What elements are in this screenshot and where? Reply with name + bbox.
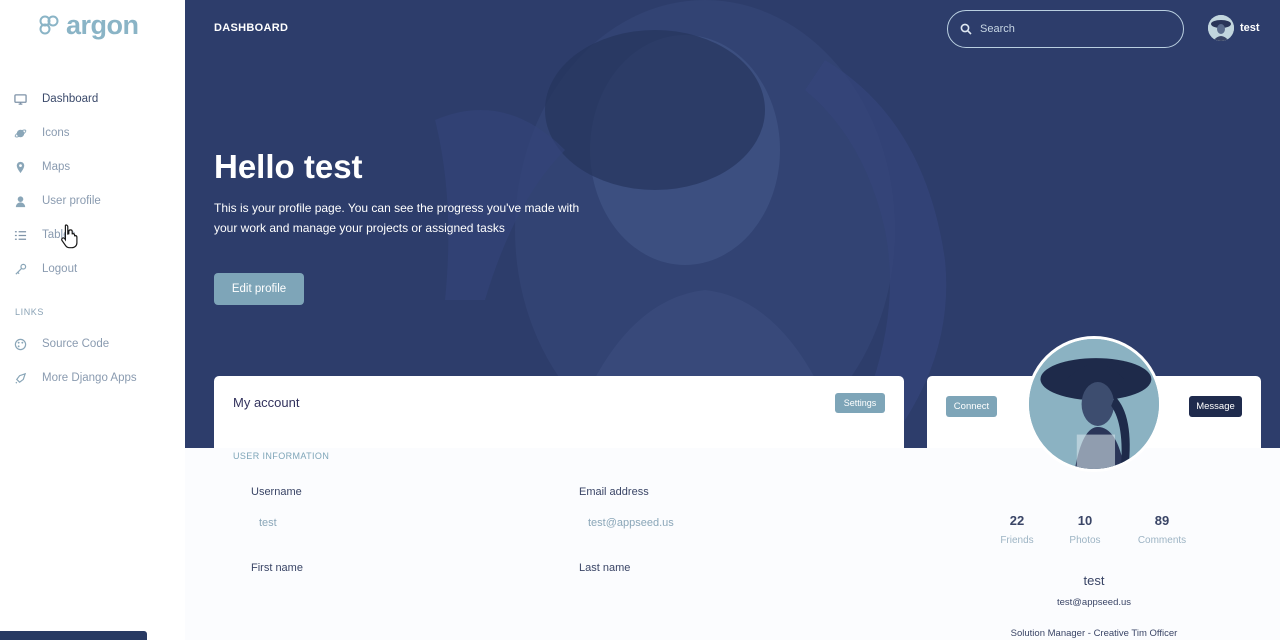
stat-friends-label: Friends: [1000, 535, 1034, 546]
sidebar: argon Dashboard Icons Maps User profile: [0, 0, 185, 640]
sidebar-links: Source Code More Django Apps: [0, 327, 185, 395]
avatar[interactable]: [1208, 15, 1234, 41]
map-pin-icon: [14, 161, 27, 174]
sidebar-item-user-profile[interactable]: User profile: [0, 184, 185, 218]
stat-comments-value: 89: [1154, 513, 1170, 528]
links-heading: LINKS: [15, 307, 45, 317]
stat-comments: 89 Comments: [1127, 513, 1197, 546]
search-box[interactable]: [947, 10, 1184, 48]
username-input[interactable]: test: [259, 517, 277, 529]
sidebar-link-label: Source Code: [42, 338, 110, 350]
sidebar-item-label: User profile: [42, 195, 101, 207]
sidebar-item-icons[interactable]: Icons: [0, 116, 185, 150]
hero-greeting: Hello test: [214, 148, 363, 185]
user-menu[interactable]: test: [1208, 15, 1260, 41]
search-icon: [960, 23, 972, 35]
list-icon: [14, 229, 27, 242]
sidebar-item-label: Dashboard: [42, 93, 99, 105]
user-name[interactable]: test: [1240, 22, 1260, 34]
brand-logo[interactable]: argon: [38, 10, 139, 40]
email-input[interactable]: test@appseed.us: [588, 517, 674, 529]
status-bar-url: [0, 631, 147, 640]
brand-name: argon: [66, 10, 139, 40]
palette-icon: [14, 338, 27, 351]
planet-icon: [14, 127, 27, 140]
sidebar-item-logout[interactable]: Logout: [0, 252, 185, 286]
last-name-label: Last name: [579, 562, 631, 574]
sidebar-item-label: Maps: [42, 161, 71, 173]
stat-friends: 22 Friends: [982, 513, 1052, 546]
monitor-icon: [14, 93, 27, 106]
hero-description: This is your profile page. You can see t…: [214, 201, 580, 235]
message-button[interactable]: Message: [1189, 396, 1242, 417]
sidebar-item-label: Logout: [42, 263, 78, 275]
profile-avatar[interactable]: [1026, 336, 1162, 472]
sidebar-nav: Dashboard Icons Maps User profile Tables: [0, 82, 185, 286]
sidebar-link-label: More Django Apps: [42, 372, 137, 384]
username-label: Username: [251, 486, 302, 498]
email-label: Email address: [579, 486, 649, 498]
page-title[interactable]: DASHBOARD: [214, 22, 288, 34]
user-information-heading: USER INFORMATION: [233, 451, 330, 461]
account-card: My account Settings: [214, 376, 904, 448]
sidebar-link-more-django-apps[interactable]: More Django Apps: [0, 361, 185, 395]
spaceship-icon: [14, 372, 27, 385]
sidebar-item-tables[interactable]: Tables: [0, 218, 185, 252]
edit-profile-button[interactable]: Edit profile: [214, 273, 304, 305]
user-icon: [14, 195, 27, 208]
sidebar-item-maps[interactable]: Maps: [0, 150, 185, 184]
profile-job-title: Solution Manager - Creative Tim Officer: [1010, 628, 1178, 639]
hand-pointer-icon: [61, 224, 78, 249]
stat-photos: 10 Photos: [1050, 513, 1120, 546]
account-card-title: My account: [233, 395, 300, 410]
sidebar-item-dashboard[interactable]: Dashboard: [0, 82, 185, 116]
stat-photos-label: Photos: [1069, 535, 1101, 546]
key-icon: [14, 263, 27, 276]
settings-button[interactable]: Settings: [835, 393, 885, 413]
argon-logo-icon: [39, 15, 59, 35]
profile-email: test@appseed.us: [1056, 597, 1132, 608]
profile-name: test: [1083, 573, 1105, 588]
connect-button[interactable]: Connect: [946, 396, 997, 417]
first-name-label: First name: [251, 562, 303, 574]
sidebar-item-label: Icons: [42, 127, 70, 139]
sidebar-link-source-code[interactable]: Source Code: [0, 327, 185, 361]
search-input[interactable]: [980, 23, 1170, 35]
stat-photos-value: 10: [1077, 513, 1093, 528]
stat-comments-label: Comments: [1137, 535, 1187, 546]
stat-friends-value: 22: [1009, 513, 1025, 528]
